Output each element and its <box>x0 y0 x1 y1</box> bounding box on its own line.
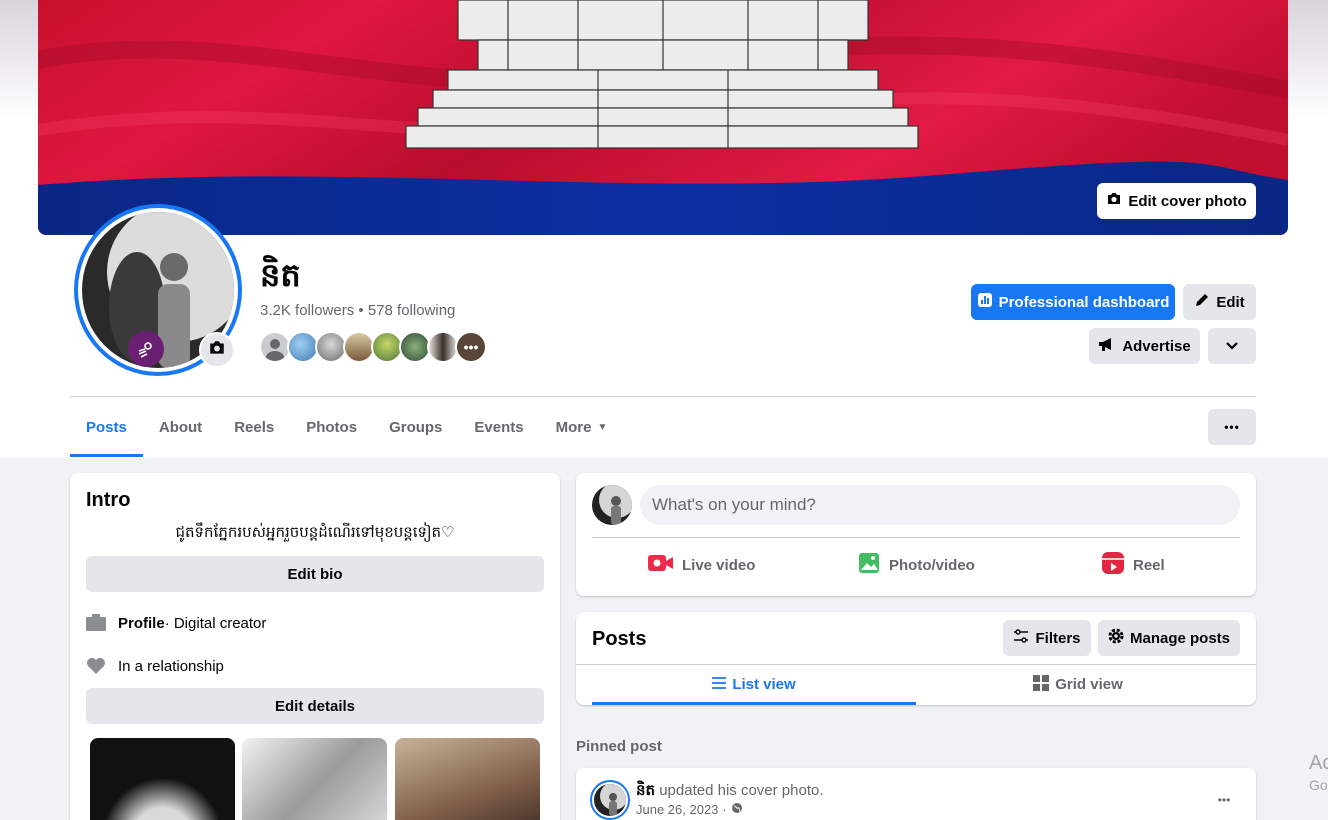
heart-icon <box>86 656 106 676</box>
followers-link[interactable]: 3.2K followers <box>260 302 354 319</box>
avatar <box>594 784 626 816</box>
reel-icon <box>1101 551 1125 579</box>
intro-title: Intro <box>86 489 131 511</box>
live-video-label: Live video <box>682 556 756 574</box>
intro-card: Intro ជូតទឹកភ្នែករបស់អ្នករួចបន្តដំណើរទៅម… <box>70 473 560 820</box>
post-meta-separator: · <box>722 802 727 817</box>
tab-more[interactable]: More ▼ <box>540 397 624 457</box>
composer-input[interactable]: What's on your mind? <box>640 485 1240 525</box>
post-headline: និត updated his cover photo. <box>636 781 824 803</box>
edit-bio-button[interactable]: Edit bio <box>86 556 544 592</box>
post-composer: What's on your mind? Live video Photo/vi… <box>576 473 1256 596</box>
professional-dashboard-button[interactable]: Professional dashboard <box>971 284 1175 320</box>
post-action-text: updated his cover photo. <box>655 782 824 799</box>
pinned-post-label: Pinned post <box>576 738 662 755</box>
relationship-status: In a relationship <box>118 657 224 675</box>
pencil-icon <box>1194 292 1210 312</box>
profile-category-row: Profile · Digital creator <box>86 613 266 633</box>
post-author-avatar[interactable] <box>590 780 630 820</box>
tab-about[interactable]: About <box>143 397 218 457</box>
profile-label: Profile <box>118 614 165 632</box>
featured-photo[interactable] <box>90 738 235 820</box>
activation-watermark: Ac Go <box>1309 752 1328 796</box>
post-meta: June 26, 2023 · <box>636 802 743 817</box>
globe-icon <box>731 802 743 817</box>
filters-label: Filters <box>1035 629 1081 647</box>
profile-options-dropdown[interactable] <box>1208 328 1256 364</box>
edit-profile-button[interactable]: Edit <box>1183 284 1256 320</box>
edit-cover-photo-button[interactable]: Edit cover photo <box>1097 183 1256 219</box>
reel-label: Reel <box>1133 556 1165 574</box>
filters-button[interactable]: Filters <box>1003 620 1091 656</box>
featured-photo[interactable] <box>395 738 540 820</box>
caret-down-icon: ▼ <box>597 421 608 433</box>
ellipsis-icon: ••• <box>463 339 479 355</box>
ellipsis-icon: ••• <box>1217 793 1231 807</box>
professional-dashboard-label: Professional dashboard <box>998 293 1170 311</box>
follow-separator: • <box>358 302 364 319</box>
tab-more-label: More <box>555 418 592 436</box>
relationship-row: In a relationship <box>86 656 224 676</box>
watermark-line1: Ac <box>1309 752 1328 774</box>
list-view-label: List view <box>732 676 796 693</box>
edit-profile-label: Edit <box>1216 293 1245 311</box>
edit-details-button[interactable]: Edit details <box>86 688 544 724</box>
post-options-button[interactable]: ••• <box>1206 782 1242 818</box>
live-video-button[interactable]: Live video <box>648 549 755 581</box>
tab-posts[interactable]: Posts <box>70 397 143 457</box>
photo-video-label: Photo/video <box>889 556 975 574</box>
grid-view-tab[interactable]: Grid view <box>916 664 1240 705</box>
following-link[interactable]: 578 following <box>368 302 456 319</box>
filters-icon <box>1013 629 1029 647</box>
live-video-icon <box>648 553 674 577</box>
profile-category: · Digital creator <box>164 614 267 632</box>
update-profile-picture-button[interactable] <box>199 332 235 368</box>
camera-icon <box>208 339 226 362</box>
intro-bio: ជូតទឹកភ្នែករបស់អ្នករួចបន្តដំណើរទៅមុខបន្ត… <box>175 523 455 541</box>
avatar[interactable] <box>592 485 632 525</box>
edit-cover-photo-label: Edit cover photo <box>1128 192 1247 210</box>
list-icon <box>712 676 727 693</box>
advertise-button[interactable]: Advertise <box>1089 328 1200 364</box>
list-view-tab[interactable]: List view <box>592 664 916 705</box>
profile-tabs: Posts About Reels Photos Groups Events M… <box>70 397 623 457</box>
briefcase-icon <box>86 613 106 633</box>
tab-photos[interactable]: Photos <box>290 397 373 457</box>
grid-icon <box>1033 674 1050 695</box>
more-followers-button[interactable]: ••• <box>455 331 487 363</box>
posts-header-card: Posts Filters Manage posts List view Gri… <box>576 612 1256 705</box>
grid-view-label: Grid view <box>1055 676 1123 693</box>
dashboard-icon <box>977 292 993 312</box>
chevron-down-icon <box>1225 338 1239 355</box>
pinned-post-card: និត updated his cover photo. June 26, 20… <box>576 768 1256 820</box>
tabs-more-options-button[interactable]: ••• <box>1208 409 1256 445</box>
camera-icon <box>1106 191 1122 211</box>
photo-icon <box>857 551 881 579</box>
megaphone-icon <box>1098 336 1116 356</box>
watermark-line2: Go <box>1309 777 1328 793</box>
advertise-label: Advertise <box>1122 337 1191 355</box>
tab-groups[interactable]: Groups <box>373 397 458 457</box>
gear-icon <box>1108 628 1124 648</box>
ellipsis-icon: ••• <box>1224 420 1240 434</box>
post-date[interactable]: June 26, 2023 <box>636 802 718 817</box>
manage-posts-label: Manage posts <box>1129 629 1231 647</box>
profile-name: និត <box>260 256 301 294</box>
posts-title: Posts <box>592 628 647 650</box>
follower-avatars: ••• <box>259 331 487 363</box>
featured-photo[interactable] <box>242 738 387 820</box>
manage-posts-button[interactable]: Manage posts <box>1098 620 1240 656</box>
tab-reels[interactable]: Reels <box>218 397 290 457</box>
professional-badge-icon <box>128 331 164 367</box>
composer-divider <box>592 537 1240 538</box>
tab-events[interactable]: Events <box>458 397 539 457</box>
photo-video-button[interactable]: Photo/video <box>857 549 975 581</box>
post-author-name[interactable]: និត <box>636 781 655 799</box>
follow-counts: 3.2K followers • 578 following <box>260 302 455 319</box>
reel-button[interactable]: Reel <box>1101 549 1165 581</box>
